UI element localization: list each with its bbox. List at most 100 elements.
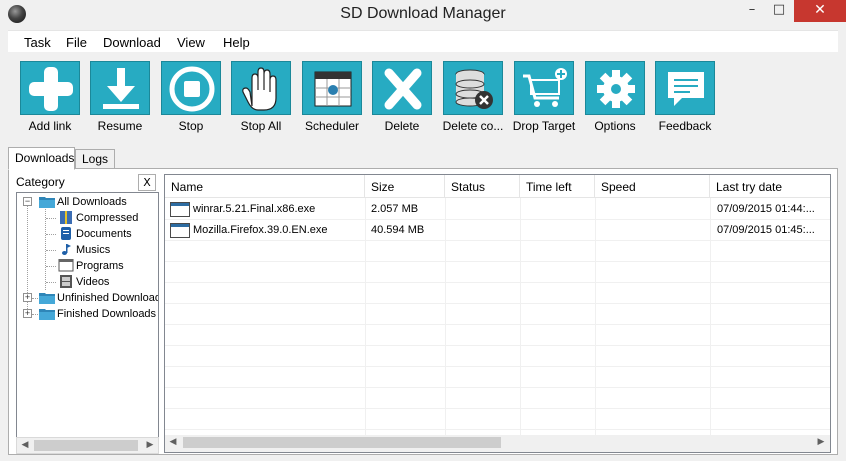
category-header: Category [16, 175, 65, 189]
expand-toggle[interactable]: + [23, 309, 32, 318]
table-row [165, 241, 830, 262]
tree-item-documents[interactable]: Documents [17, 226, 157, 242]
add-link-button[interactable]: Add link [17, 61, 83, 137]
menu-file[interactable]: File [66, 35, 87, 50]
resume-label: Resume [97, 119, 143, 133]
stop-icon [161, 61, 221, 115]
options-button[interactable]: Options [582, 61, 648, 137]
tree-item-unfinished-downloads[interactable]: + Unfinished Downloads [17, 290, 159, 306]
scroll-right-arrow-icon[interactable]: ▶ [142, 438, 158, 453]
folder-icon [39, 291, 55, 304]
tree-item-finished-downloads[interactable]: + Finished Downloads [17, 306, 158, 322]
feedback-button[interactable]: Feedback [652, 61, 718, 137]
tab-downloads[interactable]: Downloads [8, 147, 75, 170]
tree-item-all-downloads[interactable]: − All Downloads [17, 194, 157, 210]
resume-button[interactable]: Resume [87, 61, 153, 137]
tree-item-videos[interactable]: Videos [17, 274, 157, 290]
folder-icon [39, 195, 55, 208]
menu-view[interactable]: View [177, 35, 205, 50]
category-tree: − All Downloads Compressed Documents Mus… [16, 192, 159, 440]
folder-icon [39, 307, 55, 320]
tree-item-label: Unfinished Downloads [57, 292, 159, 304]
tree-item-label: Programs [76, 260, 124, 272]
file-icon [170, 202, 190, 217]
table-row [165, 409, 830, 430]
cell-last-try: 07/09/2015 01:44:... [717, 203, 815, 215]
menu-bar: Task File Download View Help [8, 30, 838, 52]
x-icon [372, 61, 432, 115]
column-time-left[interactable]: Time left [520, 175, 595, 198]
menu-task[interactable]: Task [24, 35, 51, 50]
close-category-button[interactable]: X [138, 174, 156, 191]
menu-download[interactable]: Download [103, 35, 161, 50]
download-list: Name Size Status Time left Speed Last tr… [164, 174, 831, 453]
program-icon [58, 258, 74, 272]
tree-item-label: Compressed [76, 212, 139, 224]
scroll-thumb[interactable] [183, 437, 501, 448]
stop-all-button[interactable]: Stop All [228, 61, 294, 137]
cell-name: winrar.5.21.Final.x86.exe [193, 203, 316, 215]
column-status[interactable]: Status [445, 175, 520, 198]
collapse-toggle[interactable]: − [23, 197, 32, 206]
column-last-try-date[interactable]: Last try date [710, 175, 830, 198]
cell-size: 40.594 MB [371, 224, 425, 236]
column-size[interactable]: Size [365, 175, 445, 198]
scheduler-button[interactable]: Scheduler [299, 61, 365, 137]
tree-item-compressed[interactable]: Compressed [17, 210, 157, 226]
drop-target-button[interactable]: Drop Target [511, 61, 577, 137]
tab-logs[interactable]: Logs [75, 149, 115, 169]
table-row [165, 325, 830, 346]
cart-icon [514, 61, 574, 115]
minimize-button[interactable]: – [738, 0, 766, 22]
tree-item-musics[interactable]: Musics [17, 242, 157, 258]
table-row[interactable]: winrar.5.21.Final.x86.exe 2.057 MB 07/09… [165, 199, 830, 220]
scroll-thumb[interactable] [34, 440, 138, 451]
delete-completed-label: Delete co... [442, 119, 504, 133]
table-row [165, 262, 830, 283]
close-button[interactable]: ✕ [794, 0, 846, 22]
file-icon [170, 223, 190, 238]
feedback-label: Feedback [658, 119, 712, 133]
category-horizontal-scrollbar[interactable]: ◀ ▶ [16, 437, 159, 454]
plus-icon [20, 61, 80, 115]
cell-name: Mozilla.Firefox.39.0.EN.exe [193, 224, 328, 236]
table-row [165, 283, 830, 304]
calendar-icon [302, 61, 362, 115]
window-title: SD Download Manager [340, 5, 506, 22]
menu-help[interactable]: Help [223, 35, 250, 50]
tree-item-label: Videos [76, 276, 110, 288]
maximize-button[interactable]: □ [766, 0, 792, 22]
tree-item-programs[interactable]: Programs [17, 258, 157, 274]
table-row[interactable]: Mozilla.Firefox.39.0.EN.exe 40.594 MB 07… [165, 220, 830, 241]
tree-item-label: Finished Downloads [57, 308, 157, 320]
delete-completed-button[interactable]: Delete co... [440, 61, 506, 137]
drop-target-label: Drop Target [512, 119, 576, 133]
stop-button[interactable]: Stop [158, 61, 224, 137]
speech-bubble-icon [655, 61, 715, 115]
hand-icon [231, 61, 291, 115]
cell-last-try: 07/09/2015 01:45:... [717, 224, 815, 236]
gear-icon [585, 61, 645, 115]
list-horizontal-scrollbar[interactable]: ◀ ▶ [165, 435, 830, 452]
tree-item-label: Documents [76, 228, 132, 240]
column-name[interactable]: Name [165, 175, 365, 198]
tree-item-label: Musics [76, 244, 111, 256]
database-delete-icon [443, 61, 503, 115]
delete-button[interactable]: Delete [369, 61, 435, 137]
music-note-icon [58, 243, 74, 256]
title-bar: SD Download Manager – □ ✕ [0, 0, 846, 30]
table-row [165, 346, 830, 367]
column-speed[interactable]: Speed [595, 175, 710, 198]
category-panel: Category X − All Downloads Compressed Do… [12, 172, 160, 454]
expand-toggle[interactable]: + [23, 293, 32, 302]
download-arrow-icon [90, 61, 150, 115]
archive-icon [58, 211, 74, 224]
scroll-right-arrow-icon[interactable]: ▶ [813, 435, 829, 450]
list-header: Name Size Status Time left Speed Last tr… [165, 175, 830, 198]
scroll-left-arrow-icon[interactable]: ◀ [165, 435, 181, 450]
toolbar: Add link Resume Stop Stop All Scheduler … [8, 52, 838, 142]
film-icon [58, 275, 74, 288]
stop-all-label: Stop All [240, 119, 282, 133]
scroll-left-arrow-icon[interactable]: ◀ [17, 438, 33, 453]
delete-label: Delete [384, 119, 420, 133]
